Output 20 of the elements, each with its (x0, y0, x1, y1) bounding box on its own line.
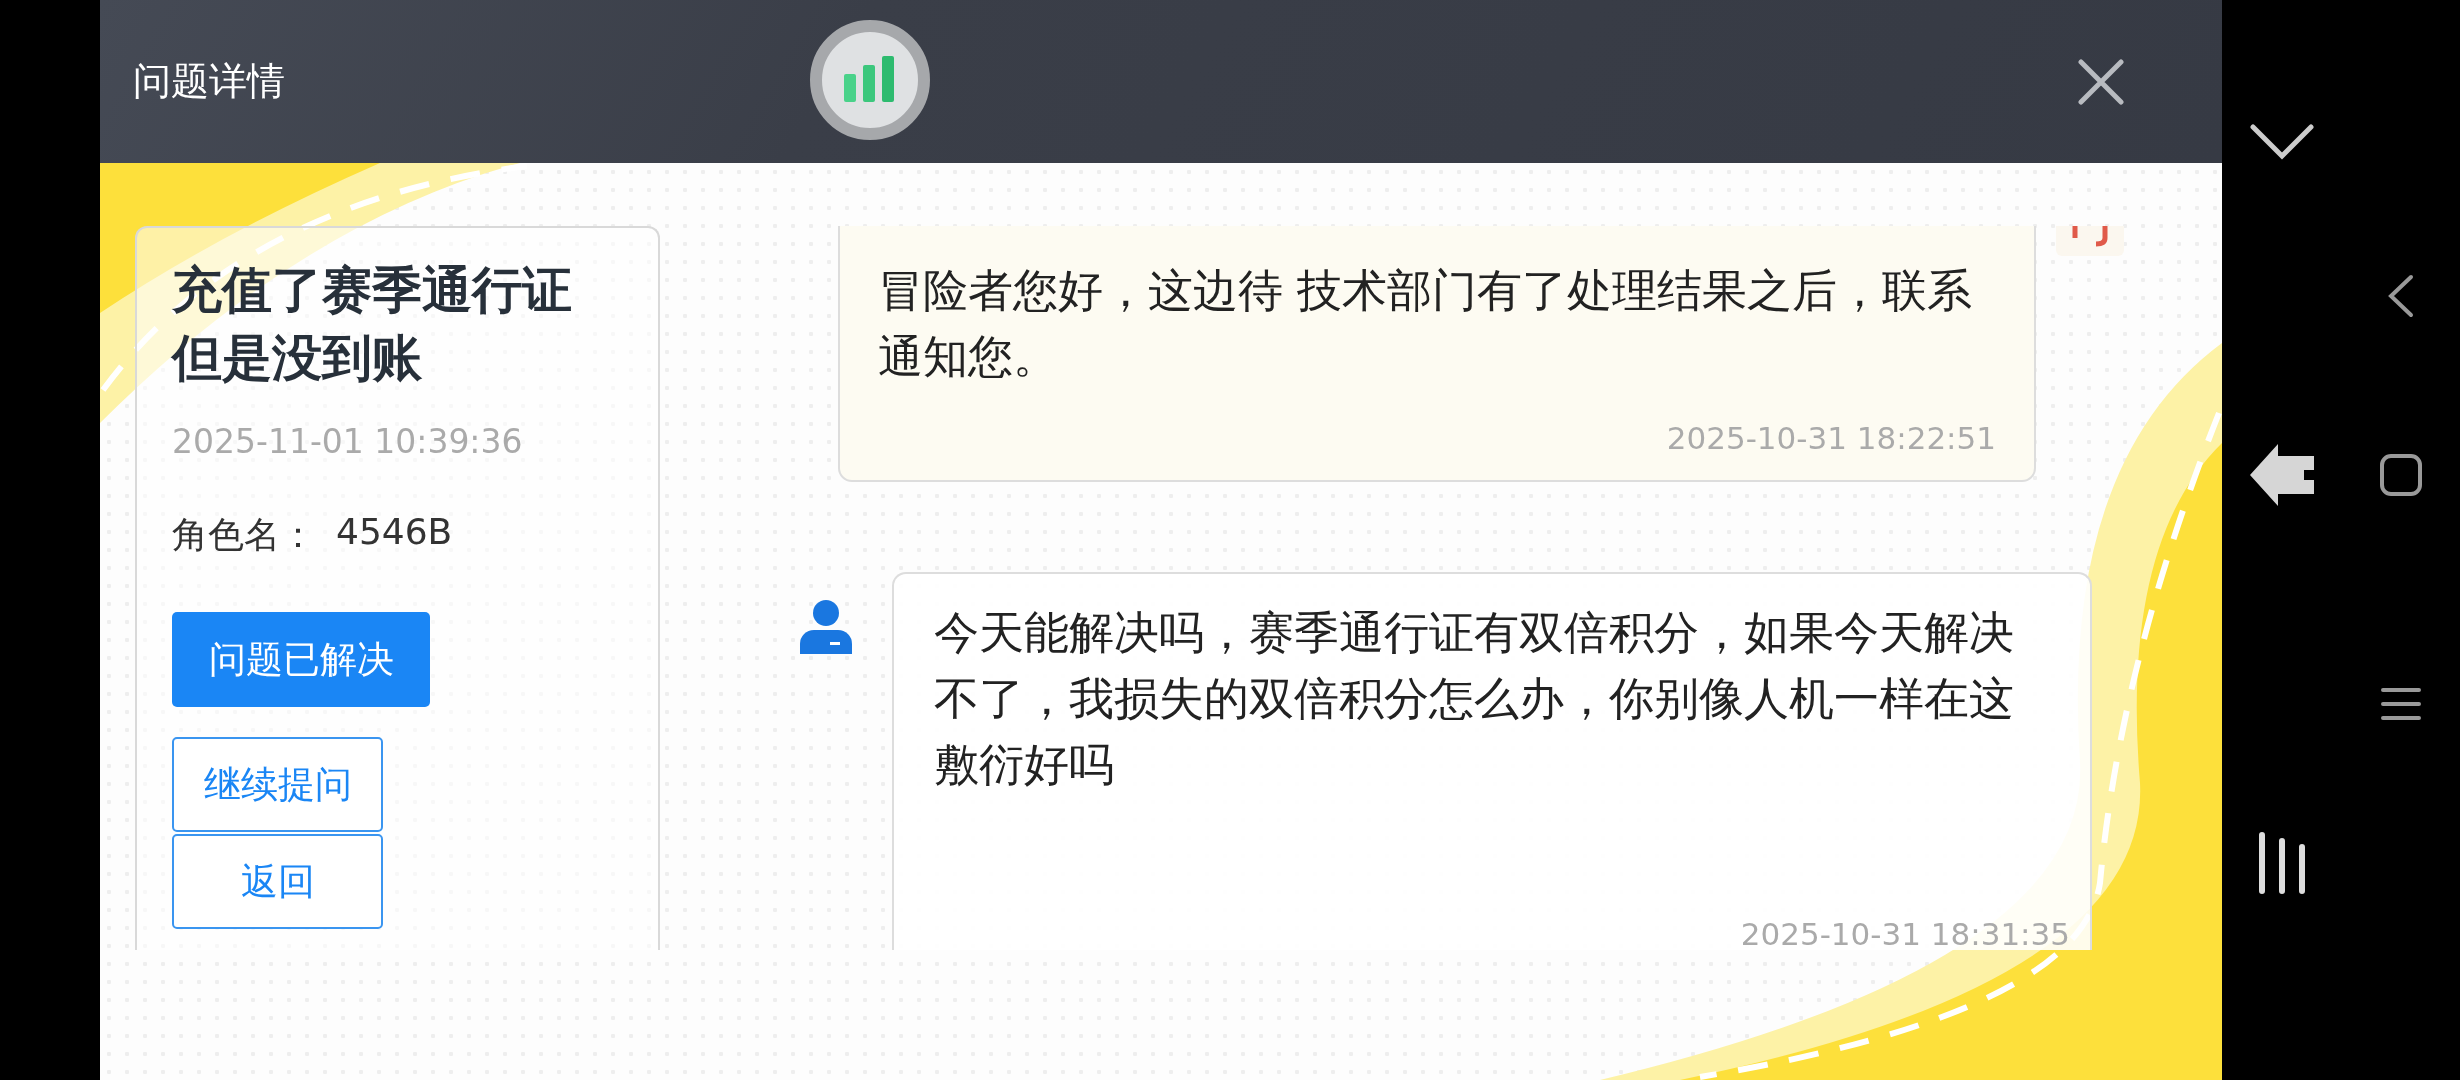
back-icon[interactable] (2388, 274, 2414, 318)
message-text: 今天能解决吗，赛季通行证有双倍积分，如果今天解决不了，我损失的双倍积分怎么办，你别像人机一样在这敷衍好吗 (934, 605, 2015, 793)
back-button[interactable]: 返回 (172, 834, 383, 929)
resolved-button[interactable]: 问题已解决 (172, 612, 430, 707)
issue-title: 充值了赛季通行证但是没到账 (172, 260, 573, 389)
role-label: 角色名： (172, 513, 316, 557)
puzzle-icon[interactable] (2250, 444, 2314, 506)
message-text: 冒险者您好，这边待 技术部门有了处理结果之后，联系通知您。 (878, 263, 1974, 385)
chevron-down-icon[interactable] (2250, 124, 2314, 160)
close-icon[interactable] (2078, 58, 2124, 105)
window-title: 问题详情 (133, 58, 285, 105)
home-icon[interactable] (2380, 454, 2422, 496)
issue-time: 2025-11-01 10:39:36 (172, 422, 524, 461)
role-name: 4546B (336, 511, 453, 554)
recent-apps-icon[interactable] (2257, 832, 2307, 894)
menu-icon[interactable] (2381, 687, 2421, 721)
ask-button[interactable]: 继续提问 (172, 737, 383, 832)
message-time: 2025-10-31 18:22:51 (1666, 420, 1996, 456)
message-time: 2025-10-31 18:31:35 (1740, 916, 2070, 950)
user-icon (800, 600, 852, 654)
